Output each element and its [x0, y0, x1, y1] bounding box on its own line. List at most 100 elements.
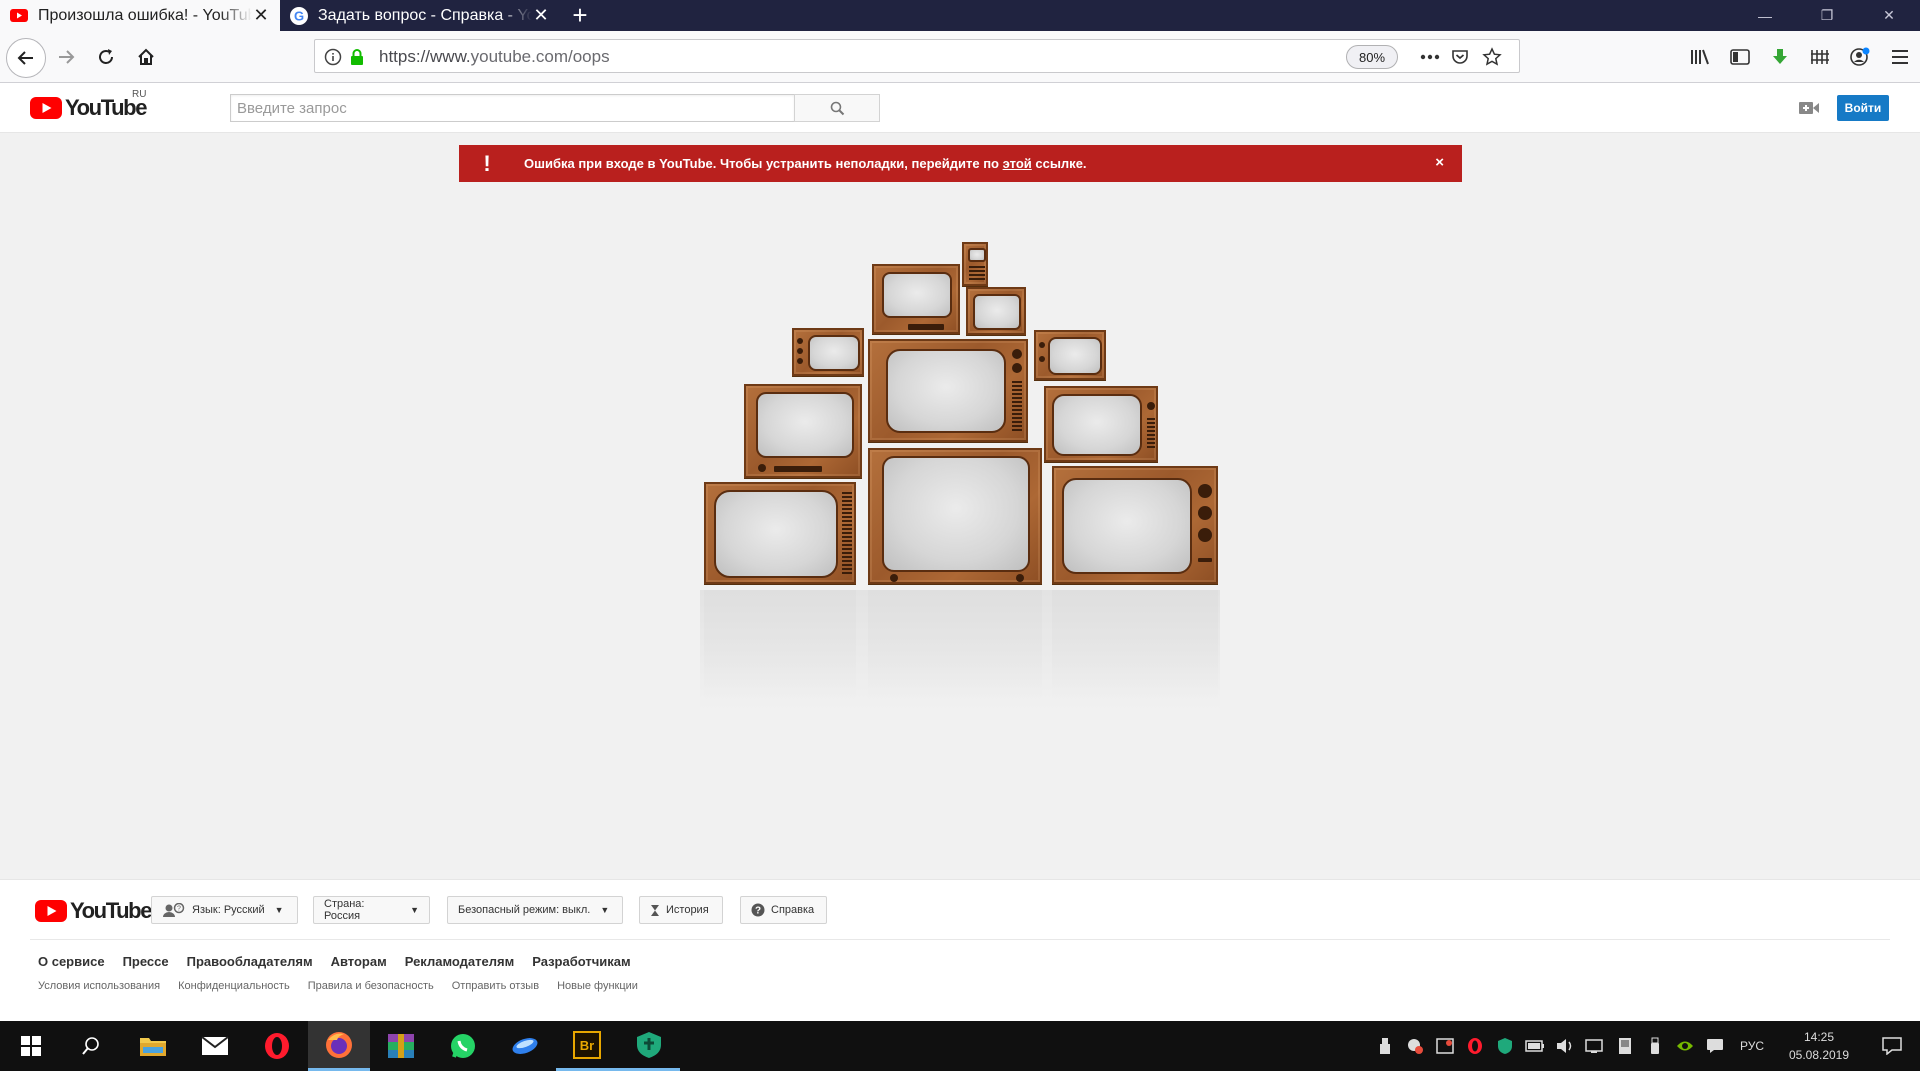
tv-set	[1034, 330, 1106, 380]
footer-link[interactable]: Рекламодателям	[405, 954, 514, 969]
home-button[interactable]	[130, 41, 162, 73]
adobe-bridge-icon: Br	[573, 1030, 601, 1059]
security-alert-icon[interactable]	[1400, 1021, 1430, 1071]
footer-link[interactable]: О сервисе	[38, 954, 105, 969]
tab-close-icon[interactable]: ✕	[252, 5, 270, 26]
history-button[interactable]: История	[639, 896, 723, 924]
tab-help[interactable]: G Задать вопрос - Справка - YouTube ✕	[280, 0, 560, 31]
taskbar-bridge[interactable]: Br	[556, 1021, 618, 1071]
zoom-level-badge[interactable]: 80%	[1346, 45, 1398, 69]
safe-mode-dropdown[interactable]: Безопасный режим: выкл. ▼	[447, 896, 623, 924]
kaspersky-tray-icon[interactable]	[1490, 1021, 1520, 1071]
shield-icon	[637, 1031, 661, 1058]
taskbar-winrar[interactable]	[370, 1021, 432, 1071]
youtube-logo[interactable]: YouTube RU	[30, 89, 147, 121]
taskbar-clock[interactable]: 14:25 05.08.2019	[1774, 1021, 1864, 1071]
search-input[interactable]	[230, 94, 794, 122]
search-taskbar-button[interactable]	[60, 1021, 122, 1071]
svg-text:Br: Br	[580, 1038, 594, 1053]
footer-link[interactable]: Прессе	[123, 954, 169, 969]
keyboard-language[interactable]: РУС	[1730, 1021, 1774, 1071]
menu-icon[interactable]	[1880, 41, 1920, 73]
tab-youtube-error[interactable]: Произошла ошибка! - YouTube ✕	[0, 0, 280, 31]
clock-date: 05.08.2019	[1788, 1048, 1850, 1062]
footer-sublink[interactable]: Правила и безопасность	[308, 980, 434, 992]
minimize-button[interactable]: —	[1734, 0, 1796, 31]
account-icon[interactable]	[1840, 41, 1880, 73]
battery-icon[interactable]	[1520, 1021, 1550, 1071]
url-text[interactable]: https://www.youtube.com/oops	[379, 47, 610, 67]
new-tab-button[interactable]: +	[560, 0, 600, 31]
page-actions-icon[interactable]	[1418, 45, 1442, 69]
signin-button[interactable]: Войти	[1837, 95, 1889, 121]
reload-icon	[99, 49, 113, 64]
taskbar-firefox[interactable]	[308, 1021, 370, 1071]
arrow-left-icon	[17, 51, 33, 65]
upload-video-icon[interactable]	[1797, 97, 1821, 119]
taskbar-kaspersky[interactable]	[618, 1021, 680, 1071]
tv-set	[792, 328, 864, 376]
error-text-after: ссылке.	[1031, 156, 1087, 171]
footer-sublink[interactable]: Конфиденциальность	[178, 980, 290, 992]
opera-icon	[265, 1033, 289, 1059]
youtube-logo-text: YouTube	[70, 898, 152, 923]
search-icon	[830, 101, 844, 115]
restore-button[interactable]: ❐	[1796, 0, 1858, 31]
tv-set	[868, 339, 1028, 442]
chat-icon[interactable]	[1700, 1021, 1730, 1071]
opera-tray-icon[interactable]	[1460, 1021, 1490, 1071]
lock-icon[interactable]	[345, 45, 369, 69]
google-favicon-icon: G	[290, 6, 308, 25]
pocket-icon[interactable]	[1448, 45, 1472, 69]
library-icon[interactable]	[1680, 41, 1720, 73]
footer-sublink[interactable]: Условия использования	[38, 980, 160, 992]
help-button[interactable]: ? Справка	[740, 896, 827, 924]
usb-drive-icon[interactable]	[1640, 1021, 1670, 1071]
start-button[interactable]	[0, 1021, 62, 1071]
footer-sublink[interactable]: Отправить отзыв	[452, 980, 539, 992]
notifications-icon[interactable]	[1864, 1021, 1920, 1071]
nvidia-icon[interactable]	[1670, 1021, 1700, 1071]
footer-youtube-logo[interactable]: YouTube	[35, 898, 152, 924]
chevron-down-icon: ▼	[410, 905, 419, 915]
back-button[interactable]	[6, 38, 46, 78]
hourglass-icon	[651, 904, 659, 916]
taskbar-mail[interactable]	[184, 1021, 246, 1071]
volume-icon[interactable]	[1550, 1021, 1580, 1071]
forward-button[interactable]	[50, 41, 82, 73]
search-button[interactable]	[794, 94, 880, 122]
close-window-button[interactable]: ✕	[1858, 0, 1920, 31]
firefox-icon	[326, 1031, 352, 1058]
footer-sublink[interactable]: Новые функции	[557, 980, 638, 992]
window-controls: — ❐ ✕	[1734, 0, 1920, 31]
tab-close-icon[interactable]: ✕	[532, 5, 550, 26]
close-icon[interactable]: ×	[1435, 154, 1444, 171]
device-icon[interactable]	[1610, 1021, 1640, 1071]
footer-divider	[30, 939, 1890, 940]
reload-button[interactable]	[90, 41, 122, 73]
footer-primary-links: О сервисе Прессе Правообладателям Автора…	[38, 954, 649, 969]
language-dropdown[interactable]: ? Язык: Русский ▼	[151, 896, 298, 924]
url-path: youtube.com/oops	[470, 47, 610, 66]
screen-record-icon[interactable]	[1430, 1021, 1460, 1071]
country-code: RU	[132, 89, 147, 100]
footer-link[interactable]: Разработчикам	[532, 954, 630, 969]
network-icon[interactable]	[1580, 1021, 1610, 1071]
taskbar-whatsapp[interactable]	[432, 1021, 494, 1071]
taskbar-explorer[interactable]	[122, 1021, 184, 1071]
taskbar-opera[interactable]	[246, 1021, 308, 1071]
country-dropdown[interactable]: Страна: Россия ▼	[313, 896, 430, 924]
tv-set	[744, 384, 862, 478]
footer-link[interactable]: Правообладателям	[187, 954, 313, 969]
bookmark-star-icon[interactable]	[1480, 45, 1504, 69]
safe-mode-label: Безопасный режим: выкл.	[458, 904, 591, 916]
footer-link[interactable]: Авторам	[331, 954, 387, 969]
taskbar-app-blue[interactable]	[494, 1021, 556, 1071]
extension-grid-icon[interactable]	[1800, 41, 1840, 73]
info-icon[interactable]	[321, 45, 345, 69]
download-icon[interactable]	[1760, 41, 1800, 73]
usb-icon[interactable]	[1370, 1021, 1400, 1071]
error-help-link[interactable]: этой	[1003, 156, 1032, 171]
sidebar-icon[interactable]	[1720, 41, 1760, 73]
url-bar[interactable]: https://www.youtube.com/oops 80%	[314, 39, 1520, 73]
